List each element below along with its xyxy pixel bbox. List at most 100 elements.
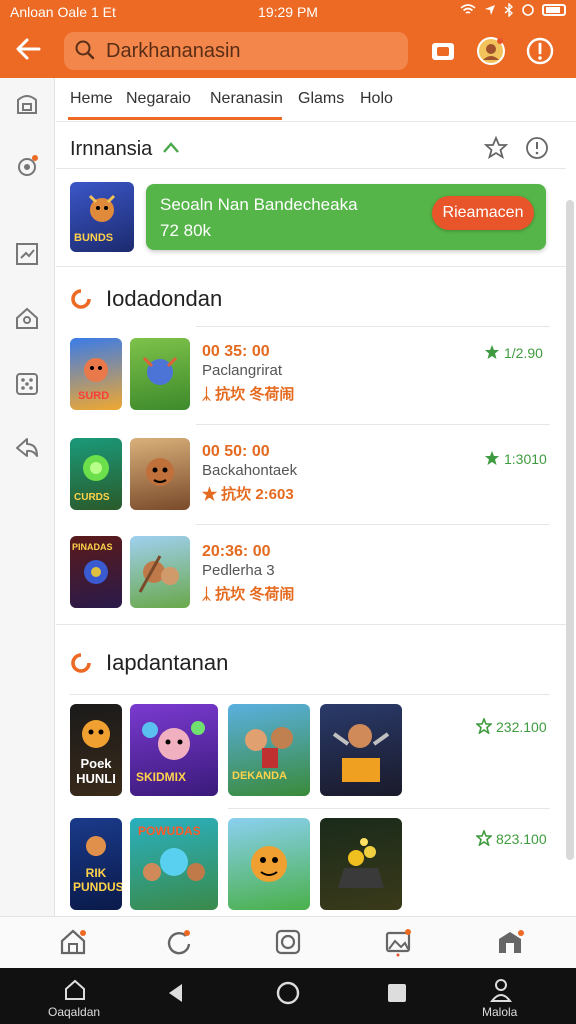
active-tab-indicator bbox=[68, 117, 282, 120]
game-thumb[interactable]: SURD bbox=[70, 338, 122, 410]
section-logo-icon bbox=[71, 289, 91, 309]
divider bbox=[196, 326, 550, 327]
game-thumb[interactable]: CURDS bbox=[70, 438, 122, 510]
thumb-label: CURDS bbox=[74, 492, 110, 503]
divider bbox=[196, 424, 550, 425]
home-icon[interactable] bbox=[58, 927, 88, 957]
thumb-label: DEKANDA bbox=[232, 770, 287, 782]
status-icons bbox=[460, 3, 566, 17]
game-thumb[interactable] bbox=[320, 818, 402, 910]
tab-heme[interactable]: Heme bbox=[70, 90, 113, 108]
battery-icon bbox=[542, 4, 566, 16]
game-art-icon bbox=[86, 836, 106, 856]
gallery-icon[interactable] bbox=[383, 927, 413, 957]
game-art-icon bbox=[338, 838, 384, 888]
store-icon[interactable] bbox=[495, 927, 525, 957]
game-thumb[interactable] bbox=[130, 536, 190, 608]
divider bbox=[56, 266, 566, 267]
back-button[interactable] bbox=[12, 34, 44, 66]
item-time: 20:36: 00 bbox=[202, 543, 271, 560]
chevron-up-icon[interactable] bbox=[162, 140, 180, 156]
dice-icon[interactable] bbox=[13, 370, 41, 398]
user-icon[interactable] bbox=[489, 977, 513, 1003]
promo-subtitle: 72 80k bbox=[160, 221, 212, 240]
search-value: Darkhananasin bbox=[106, 40, 241, 62]
status-bar: Anloan Oale 1 Et 19:29 PM bbox=[0, 0, 576, 26]
tab-neranasin[interactable]: Neranasin bbox=[210, 90, 283, 108]
app-header: Anloan Oale 1 Et 19:29 PM Darkhananasin bbox=[0, 0, 576, 78]
wifi-icon bbox=[460, 4, 476, 14]
game-art-icon bbox=[142, 356, 178, 385]
star-icon bbox=[485, 345, 499, 359]
chart-icon[interactable] bbox=[13, 240, 41, 268]
game-thumb[interactable]: RIK PUNDUS bbox=[70, 818, 122, 910]
item-tag: ᛣ 抗坎 冬荷闹 bbox=[202, 586, 295, 603]
info-outline-icon[interactable] bbox=[525, 136, 549, 160]
divider bbox=[228, 808, 550, 809]
game-thumb[interactable]: SKIDMIX bbox=[130, 704, 218, 796]
item-subtitle: Pedlerha 3 bbox=[202, 562, 275, 579]
share-icon[interactable] bbox=[13, 434, 41, 462]
back-triangle-icon[interactable] bbox=[166, 982, 186, 1004]
item-tag: ★ 抗坎 2:603 bbox=[202, 486, 294, 503]
thumb-label: POWUDAS bbox=[138, 824, 201, 838]
refresh-icon[interactable] bbox=[164, 927, 194, 957]
game-art-icon bbox=[332, 724, 390, 782]
star-outline-icon bbox=[476, 718, 492, 734]
section2-title: Iapdantanan bbox=[106, 650, 229, 675]
tab-negaraio[interactable]: Negaraio bbox=[126, 90, 191, 108]
section-logo-icon bbox=[71, 653, 91, 673]
star-outline-icon[interactable] bbox=[484, 136, 508, 160]
star-icon bbox=[485, 451, 499, 465]
bottom-nav bbox=[0, 916, 576, 968]
game-art-icon bbox=[146, 458, 174, 486]
thumb-label: SKIDMIX bbox=[136, 770, 187, 784]
settings-icon[interactable] bbox=[13, 152, 41, 180]
camera-icon[interactable] bbox=[273, 927, 303, 957]
home-circle-icon[interactable] bbox=[275, 980, 301, 1006]
game-art-icon bbox=[251, 846, 287, 882]
promo-title: Seoaln Nan Bandecheaka bbox=[160, 195, 358, 214]
game-art-icon bbox=[138, 555, 179, 593]
bluetooth-icon bbox=[504, 3, 514, 17]
item-rating: 1:3010 bbox=[504, 451, 547, 467]
game-thumb[interactable] bbox=[228, 818, 310, 910]
recents-square-icon[interactable] bbox=[386, 982, 408, 1004]
sysnav-right-label: Malola bbox=[482, 1005, 518, 1019]
divider bbox=[70, 694, 550, 695]
game-thumb[interactable] bbox=[130, 338, 190, 410]
avatar[interactable] bbox=[476, 36, 506, 66]
home-outline-icon[interactable] bbox=[63, 978, 87, 1002]
item-rating: 232.100 bbox=[496, 719, 547, 735]
home-icon[interactable] bbox=[13, 304, 41, 332]
featured-game-thumb[interactable]: BUNDS bbox=[70, 182, 134, 252]
system-nav: Oaqaldan Malola bbox=[0, 968, 576, 1024]
game-art-icon bbox=[245, 727, 293, 768]
item-subtitle: Backahontaek bbox=[202, 462, 298, 479]
search-input[interactable]: Darkhananasin bbox=[64, 32, 408, 70]
promo-button[interactable]: Rieamacen bbox=[432, 196, 534, 230]
search-icon bbox=[75, 40, 95, 60]
tab-holo[interactable]: Holo bbox=[360, 90, 393, 108]
store-icon[interactable] bbox=[13, 90, 41, 118]
tab-glams[interactable]: Glams bbox=[298, 90, 344, 108]
game-thumb[interactable]: POWUDAS bbox=[130, 818, 218, 910]
game-thumb[interactable] bbox=[320, 704, 402, 796]
scrollbar[interactable] bbox=[566, 200, 574, 860]
wallet-icon[interactable] bbox=[428, 36, 458, 66]
game-thumb[interactable] bbox=[130, 438, 190, 510]
game-thumb[interactable]: PINADAS bbox=[70, 536, 122, 608]
divider bbox=[196, 524, 550, 525]
game-thumb[interactable]: Poek HUNLI bbox=[70, 704, 122, 796]
item-time: 00 35: 00 bbox=[202, 343, 270, 360]
thumb-label: PINADAS bbox=[72, 542, 113, 552]
item-rating: 1/2.90 bbox=[504, 345, 543, 361]
game-thumb[interactable]: DEKANDA bbox=[228, 704, 310, 796]
signal-icon bbox=[522, 4, 534, 16]
side-rail bbox=[0, 78, 55, 916]
info-icon[interactable] bbox=[525, 36, 555, 66]
section1-title: Iodadondan bbox=[106, 286, 223, 311]
thumb-label: BUNDS bbox=[74, 232, 114, 244]
item-time: 00 50: 00 bbox=[202, 443, 270, 460]
sysnav-left-label: Oaqaldan bbox=[48, 1005, 101, 1019]
